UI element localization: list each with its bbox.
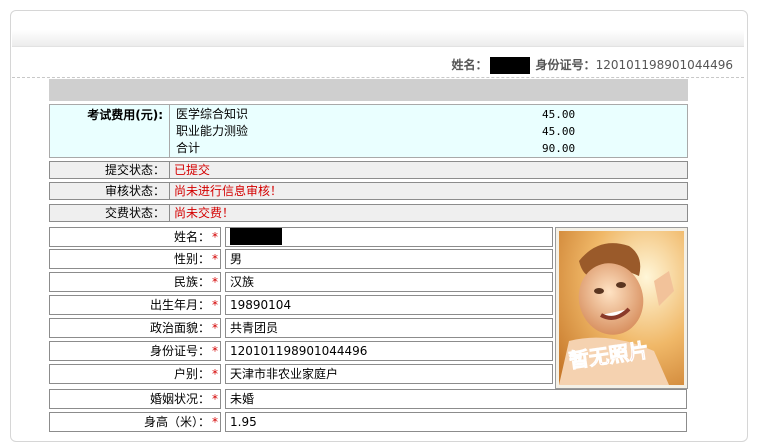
fee-item-amount: 90.00 bbox=[542, 142, 576, 155]
required-star: * bbox=[212, 321, 218, 335]
required-star: * bbox=[212, 367, 218, 381]
fee-item: 合计 90.00 bbox=[176, 140, 676, 157]
field-value-gender: 男 bbox=[225, 249, 553, 269]
field-value-household: 天津市非农业家庭户 bbox=[225, 364, 553, 384]
header-info: 姓名： 身份证号：120101198901044496 bbox=[452, 56, 733, 74]
field-label: 民族： * bbox=[49, 272, 221, 292]
field-label: 性别： * bbox=[49, 249, 221, 269]
field-label-text: 民族： bbox=[173, 275, 210, 289]
field-label-text: 性别： bbox=[173, 252, 210, 266]
field-label: 婚姻状况： * bbox=[49, 389, 221, 409]
field-label-text: 身份证号： bbox=[149, 344, 210, 358]
submit-status-row: 提交状态： 已提交 bbox=[49, 161, 688, 179]
field-label-text: 姓名： bbox=[173, 230, 210, 244]
photo-placeholder: 暂无照片 bbox=[555, 227, 688, 389]
field-label: 政治面貌： * bbox=[49, 318, 221, 338]
required-star: * bbox=[212, 252, 218, 266]
name-redaction bbox=[489, 57, 530, 74]
field-label-text: 政治面貌： bbox=[149, 321, 210, 335]
required-star: * bbox=[212, 344, 218, 358]
field-label: 身高（米）： * bbox=[49, 412, 221, 432]
field-value-idnum: 120101198901044496 bbox=[225, 341, 553, 361]
header-name-label: 姓名： bbox=[451, 58, 488, 72]
fee-item: 职业能力测验 45.00 bbox=[176, 123, 676, 140]
required-star: * bbox=[212, 392, 218, 406]
field-label: 出生年月： * bbox=[49, 295, 221, 315]
field-label: 姓名： * bbox=[49, 227, 221, 247]
fee-item-name: 合计 bbox=[176, 141, 201, 155]
required-star: * bbox=[212, 298, 218, 312]
name-redaction bbox=[230, 228, 282, 245]
review-status-row: 审核状态： 尚未进行信息审核！ bbox=[49, 182, 688, 200]
exam-fee-box: 考试费用(元): 医学综合知识 45.00 职业能力测验 45.00 合计 90… bbox=[49, 104, 688, 158]
field-value-name bbox=[225, 227, 553, 247]
field-value-height: 1.95 bbox=[225, 412, 687, 432]
submit-status-label: 提交状态： bbox=[50, 162, 170, 178]
fee-item-name: 医学综合知识 bbox=[176, 107, 249, 121]
required-star: * bbox=[212, 275, 218, 289]
field-value-marital: 未婚 bbox=[225, 389, 687, 409]
fee-item: 医学综合知识 45.00 bbox=[176, 106, 676, 123]
required-star: * bbox=[212, 415, 218, 429]
divider bbox=[12, 77, 744, 78]
field-label-text: 户别： bbox=[173, 367, 210, 381]
field-value-birth: 19890104 bbox=[225, 295, 553, 315]
header-id-label: 身份证号： bbox=[535, 58, 596, 72]
fee-item-name: 职业能力测验 bbox=[176, 124, 249, 138]
header-id-value: 120101198901044496 bbox=[595, 58, 733, 72]
review-status-value: 尚未进行信息审核！ bbox=[174, 184, 283, 198]
review-status-label: 审核状态： bbox=[50, 183, 170, 199]
section-header-bar bbox=[49, 79, 688, 101]
fee-item-amount: 45.00 bbox=[542, 125, 576, 138]
field-label-text: 身高（米）： bbox=[143, 415, 210, 429]
required-star: * bbox=[212, 230, 218, 244]
field-value-ethnicity: 汉族 bbox=[225, 272, 553, 292]
fee-item-amount: 45.00 bbox=[542, 108, 576, 121]
top-bar bbox=[12, 30, 744, 47]
field-label: 身份证号： * bbox=[49, 341, 221, 361]
field-label-text: 婚姻状况： bbox=[149, 392, 210, 406]
payment-status-label: 交费状态： bbox=[50, 205, 170, 221]
submit-status-value: 已提交 bbox=[174, 163, 211, 177]
photo-placeholder-image: 暂无照片 bbox=[559, 231, 684, 385]
payment-status-row: 交费状态： 尚未交费！ bbox=[49, 204, 688, 222]
payment-status-value: 尚未交费！ bbox=[174, 206, 235, 220]
exam-fee-label: 考试费用(元): bbox=[50, 105, 170, 157]
field-label: 户别： * bbox=[49, 364, 221, 384]
field-value-political: 共青团员 bbox=[225, 318, 553, 338]
field-label-text: 出生年月： bbox=[149, 298, 210, 312]
